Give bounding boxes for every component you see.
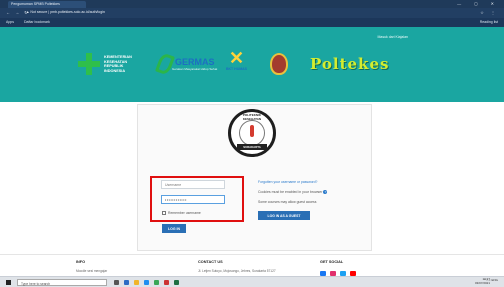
guest-login-button[interactable]: LOG IN AS A GUEST xyxy=(258,211,310,220)
poltekkes-wordmark: Poltekes xyxy=(310,55,390,73)
bkt-label: BKT HUMAS xyxy=(226,67,247,71)
kemenkes-logo: KEMENTERIAN KESEHATAN REPUBLIK INDONESIA xyxy=(78,49,132,79)
germas-logo: GERMAS Gerakan Masyarakat Hidup Sehat xyxy=(155,49,218,79)
start-icon[interactable] xyxy=(6,280,11,285)
store-icon[interactable] xyxy=(144,280,149,285)
site-header: Masuk dari Kiajalan KEMENTERIAN KESEHATA… xyxy=(0,27,504,102)
poltekkes-seal-logo: POLITEKNIK KESEHATAN SURAKARTA xyxy=(228,109,276,157)
emblem-icon xyxy=(270,53,288,75)
url-input[interactable]: ▲ Not secure | pmb.poltekkes-solo.ac.id/… xyxy=(26,10,416,16)
bookmark-apps[interactable]: Apps xyxy=(6,20,14,24)
remember-username[interactable]: Remember username xyxy=(162,211,201,215)
poltekkes-logo: Poltekes xyxy=(310,49,389,79)
username-input[interactable]: Username xyxy=(161,180,225,189)
seal-torch-icon xyxy=(250,125,254,137)
reading-list[interactable]: Reading list xyxy=(480,20,498,24)
header-top-info[interactable]: Masuk dari Kiajalan xyxy=(377,35,408,39)
site-footer: INFO Moodle sesi mengajar CONTACT US Jl.… xyxy=(0,254,504,276)
germas-swirl-icon xyxy=(155,52,175,76)
footer-social-title: GET SOCIAL xyxy=(320,260,344,264)
browser-tab[interactable]: Pengumuman SPMB Poltekkes xyxy=(8,1,86,8)
bookmarks-bar: Apps Daftar bookmark Reading list xyxy=(0,18,504,27)
remember-label: Remember username xyxy=(168,211,201,215)
explorer-icon[interactable] xyxy=(134,280,139,285)
forgot-password-link[interactable]: Forgotten your username or password? xyxy=(258,180,317,184)
edge-icon[interactable] xyxy=(124,280,129,285)
extension-icons[interactable]: ☆ ⋮ xyxy=(480,10,498,15)
guest-access-text: Some courses may allow guest access xyxy=(258,200,317,204)
windows-taskbar: Type here to search ^ ⌂ ♪ ENG 10:27 03/0… xyxy=(0,276,504,287)
germas-title: GERMAS xyxy=(175,56,215,67)
password-input[interactable]: •••••••••••• xyxy=(161,195,225,204)
task-view-icon[interactable] xyxy=(114,280,119,285)
emblem-logo xyxy=(270,49,288,79)
kemenkes-mark-icon xyxy=(78,53,100,75)
tab-title: Pengumuman SPMB Poltekkes xyxy=(11,2,60,6)
cookies-notice: Cookies must be enabled in your browser? xyxy=(258,190,328,194)
footer-contact-address: Jl. Letjen Sutoyo, Mojosongo, Jebres, Su… xyxy=(198,269,276,273)
login-button[interactable]: LOG IN xyxy=(162,224,186,233)
footer-contact-title: CONTACT US xyxy=(198,260,223,264)
kemenkes-line: KEMENTERIAN xyxy=(104,55,132,59)
clock[interactable]: 10:27 03/07/2021 xyxy=(474,277,490,286)
chrome-icon[interactable] xyxy=(154,280,159,285)
seal-ribbon: SURAKARTA xyxy=(237,144,267,150)
excel-icon[interactable] xyxy=(174,280,179,285)
help-icon[interactable]: ? xyxy=(323,190,328,194)
address-bar-row: ← → ↻ ▲ Not secure | pmb.poltekkes-solo.… xyxy=(0,8,504,18)
taskbar-search-input[interactable]: Type here to search xyxy=(17,279,107,286)
app-icon[interactable] xyxy=(164,280,169,285)
cookies-text: Cookies must be enabled in your browser xyxy=(258,190,323,194)
bookmark-item[interactable]: Daftar bookmark xyxy=(24,20,50,24)
bkt-mark-icon: ✕ xyxy=(228,48,245,68)
footer-info-title: INFO xyxy=(76,260,86,264)
bkt-logo: ✕ BKT HUMAS xyxy=(226,49,247,79)
browser-tabbar: Pengumuman SPMB Poltekkes — ◻ ✕ xyxy=(0,0,504,8)
clock-date: 03/07/2021 xyxy=(474,280,490,285)
footer-info-link[interactable]: Moodle sesi mengajar xyxy=(76,269,107,273)
germas-subtitle: Gerakan Masyarakat Hidup Sehat xyxy=(172,66,218,71)
window-controls[interactable]: — ◻ ✕ xyxy=(457,1,500,6)
remember-checkbox[interactable] xyxy=(162,211,166,215)
kemenkes-line: INDONESIA xyxy=(104,68,126,73)
